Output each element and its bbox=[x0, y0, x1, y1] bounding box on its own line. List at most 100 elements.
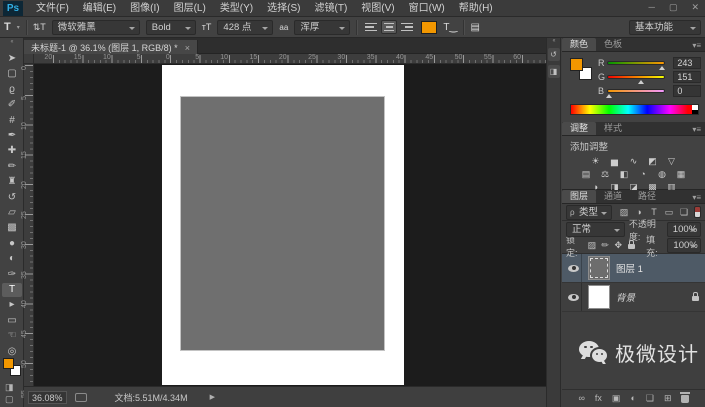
layer-row-layer1[interactable]: 图层 1 bbox=[562, 254, 705, 283]
tab-swatches[interactable]: 色板 bbox=[596, 38, 630, 51]
healing-brush-tool[interactable]: ✚ bbox=[2, 144, 22, 158]
tool-preset-caret-icon[interactable]: ▾ bbox=[17, 24, 20, 31]
layer-name[interactable]: 图层 1 bbox=[616, 261, 643, 275]
properties-panel-icon[interactable]: ◨ bbox=[548, 65, 560, 78]
layer-thumbnail[interactable] bbox=[588, 256, 610, 280]
move-tool[interactable]: ➤ bbox=[2, 52, 22, 66]
layer-row-background[interactable]: 背景 bbox=[562, 283, 705, 312]
menu-item[interactable]: 滤镜(T) bbox=[308, 0, 355, 17]
lock-paint-icon[interactable]: ✏ bbox=[600, 240, 609, 251]
adjustment-icon[interactable]: ◔ bbox=[637, 168, 649, 181]
tab-color[interactable]: 颜色 bbox=[562, 38, 596, 51]
minimize-icon[interactable]: ─ bbox=[649, 0, 655, 15]
adjustment-icon[interactable]: ▽ bbox=[666, 155, 678, 168]
tab-close-icon[interactable]: × bbox=[185, 43, 190, 53]
blend-mode-select[interactable]: 正常 bbox=[566, 222, 625, 237]
adjustment-icon[interactable]: ◩ bbox=[647, 155, 659, 168]
text-orientation-icon[interactable]: ⇅T bbox=[33, 20, 46, 35]
history-panel-icon[interactable]: ↺ bbox=[548, 48, 560, 61]
layer-filter-select[interactable]: ρ类型 bbox=[566, 205, 612, 220]
color-spectrum-bar[interactable] bbox=[570, 104, 699, 115]
menu-item[interactable]: 窗口(W) bbox=[402, 0, 452, 17]
adjustment-icon[interactable]: ⚖ bbox=[599, 168, 611, 181]
channel-value-field[interactable]: 151 bbox=[673, 71, 701, 83]
marquee-tool[interactable]: ▢ bbox=[2, 67, 22, 81]
maximize-icon[interactable]: ▢ bbox=[669, 0, 678, 15]
quick-selection-tool[interactable]: ✐ bbox=[2, 98, 22, 112]
crop-tool[interactable]: # bbox=[2, 114, 22, 128]
dodge-tool[interactable]: ◐ bbox=[2, 252, 22, 266]
delete-layer-icon[interactable] bbox=[681, 395, 689, 403]
workspace-select[interactable]: 基本功能 bbox=[629, 20, 701, 35]
path-selection-tool[interactable]: ▸ bbox=[2, 298, 22, 312]
font-style-select[interactable]: Bold bbox=[146, 20, 196, 35]
panel-menu-icon[interactable]: ▾≡ bbox=[692, 125, 701, 134]
adjustment-icon[interactable]: ◧ bbox=[618, 168, 630, 181]
brush-tool[interactable]: ✏ bbox=[2, 160, 22, 174]
tab-layers[interactable]: 图层 bbox=[562, 190, 596, 203]
adjustment-icon[interactable]: ∿ bbox=[628, 155, 640, 168]
eyedropper-tool[interactable]: ✒ bbox=[2, 129, 22, 143]
toggle-panels-icon[interactable]: ▤ bbox=[470, 20, 479, 35]
visibility-toggle[interactable] bbox=[566, 254, 582, 282]
menu-item[interactable]: 图层(L) bbox=[167, 0, 213, 17]
dock-collapse-icon[interactable]: ‹‹ bbox=[547, 38, 560, 44]
menu-item[interactable]: 选择(S) bbox=[260, 0, 307, 17]
channel-slider[interactable] bbox=[607, 89, 665, 93]
foreground-color-swatch[interactable] bbox=[570, 58, 583, 71]
layer-name[interactable]: 背景 bbox=[616, 290, 635, 304]
pen-tool[interactable]: ✑ bbox=[2, 268, 22, 282]
slider-thumb[interactable] bbox=[659, 66, 665, 70]
add-mask-icon[interactable]: ▣ bbox=[612, 392, 621, 404]
panel-menu-icon[interactable]: ▾≡ bbox=[692, 41, 701, 50]
opacity-select[interactable]: 100% bbox=[667, 222, 701, 237]
filter-shape-layers-icon[interactable]: ▭ bbox=[663, 207, 675, 218]
slider-thumb[interactable] bbox=[638, 80, 644, 84]
visibility-toggle[interactable] bbox=[566, 283, 582, 311]
foreground-color-swatch[interactable] bbox=[3, 358, 14, 369]
quick-mask-icon[interactable]: ◨ bbox=[5, 382, 14, 393]
new-adjustment-layer-icon[interactable]: ◐ bbox=[630, 392, 635, 404]
layer-style-icon[interactable]: fx bbox=[595, 392, 602, 404]
screen-mode-icon[interactable]: ▢ bbox=[5, 394, 14, 405]
channel-slider[interactable] bbox=[607, 61, 665, 65]
layer-thumbnail[interactable] bbox=[588, 285, 610, 309]
menu-item[interactable]: 图像(I) bbox=[123, 0, 166, 17]
gradient-tool[interactable]: ▩ bbox=[2, 221, 22, 235]
lock-transparency-icon[interactable]: ▨ bbox=[587, 240, 596, 251]
text-color-swatch[interactable] bbox=[421, 21, 437, 34]
hand-tool[interactable]: ☜ bbox=[2, 329, 22, 343]
clone-stamp-tool[interactable]: ♜ bbox=[2, 175, 22, 189]
adjustment-icon[interactable]: ▤ bbox=[580, 168, 592, 181]
spectrum-black-swatch[interactable] bbox=[692, 110, 698, 115]
channel-slider[interactable] bbox=[607, 75, 665, 79]
zoom-level-field[interactable]: 36.08% bbox=[28, 391, 67, 404]
tab-paths[interactable]: 路径 bbox=[630, 190, 664, 203]
tab-adjustments[interactable]: 调整 bbox=[562, 122, 596, 135]
shape-tool[interactable]: ▭ bbox=[2, 314, 22, 328]
type-tool-preset-icon[interactable]: T bbox=[4, 20, 11, 35]
font-family-select[interactable]: 微软雅黑 bbox=[52, 20, 140, 35]
filter-toggle-icon[interactable] bbox=[694, 206, 701, 218]
close-icon[interactable]: ✕ bbox=[691, 0, 699, 15]
document-canvas-page[interactable] bbox=[162, 65, 404, 385]
warp-text-icon[interactable]: T‿ bbox=[443, 20, 457, 35]
menu-item[interactable]: 编辑(E) bbox=[76, 0, 123, 17]
toolbar-collapse-icon[interactable]: ‹‹ bbox=[0, 39, 23, 45]
tab-channels[interactable]: 通道 bbox=[596, 190, 630, 203]
menu-item[interactable]: 文件(F) bbox=[29, 0, 76, 17]
adjustment-icon[interactable]: ◍ bbox=[656, 168, 668, 181]
new-layer-icon[interactable]: ⊞ bbox=[664, 392, 672, 404]
new-group-icon[interactable]: ❏ bbox=[646, 392, 654, 404]
fill-select[interactable]: 100% bbox=[667, 238, 701, 253]
lasso-tool[interactable]: ϱ bbox=[2, 83, 22, 97]
type-tool[interactable]: T bbox=[2, 283, 22, 297]
font-size-select[interactable]: 428 点 bbox=[217, 20, 273, 35]
eraser-tool[interactable]: ▱ bbox=[2, 206, 22, 220]
adjustment-icon[interactable]: ▅ bbox=[609, 155, 621, 168]
align-right-icon[interactable] bbox=[399, 20, 415, 34]
adjustment-icon[interactable]: ☀ bbox=[590, 155, 602, 168]
channel-value-field[interactable]: 0 bbox=[673, 85, 701, 97]
menu-item[interactable]: 视图(V) bbox=[354, 0, 401, 17]
panel-menu-icon[interactable]: ▾≡ bbox=[692, 193, 701, 202]
